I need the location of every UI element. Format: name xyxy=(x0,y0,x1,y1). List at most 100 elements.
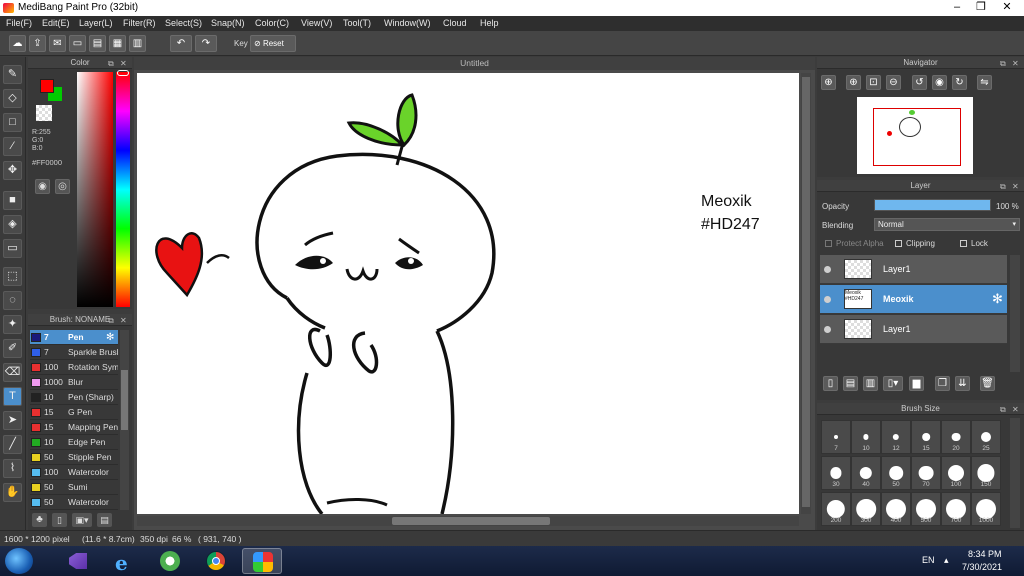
text-tool-icon[interactable]: T xyxy=(3,387,22,406)
layer-row[interactable]: Meoxik #HD247 Meoxik ✻ xyxy=(820,285,1007,314)
add-layer-menu-icon[interactable]: ▯▾ xyxy=(883,376,903,391)
grid-icon[interactable]: ▦ xyxy=(109,35,126,52)
brush-row[interactable]: 10 Pen (Sharp) xyxy=(30,390,118,405)
zoom-out-icon[interactable]: ⊖ xyxy=(886,75,901,90)
magic-wand-tool-icon[interactable]: ✦ xyxy=(3,315,22,334)
visibility-eye-icon[interactable] xyxy=(824,296,831,303)
brush-row[interactable]: 50 Stipple Pen xyxy=(30,450,118,465)
gear-icon[interactable]: ✻ xyxy=(106,330,114,345)
lasso-tool-icon[interactable]: ◌ xyxy=(3,291,22,310)
lock-checkbox[interactable] xyxy=(960,240,967,247)
move-tool-icon[interactable]: ✥ xyxy=(3,161,22,180)
viewport-frame[interactable] xyxy=(873,108,961,166)
chrome-icon[interactable] xyxy=(196,548,236,574)
brush-size-scrollbar[interactable] xyxy=(1010,418,1020,528)
new-halftone-layer-icon[interactable]: ▤ xyxy=(843,376,858,391)
layer-row[interactable]: Layer1 xyxy=(820,315,1007,344)
share-icon[interactable]: ⇪ xyxy=(29,35,46,52)
rotate-right-icon[interactable]: ↻ xyxy=(952,75,967,90)
hue-handle[interactable] xyxy=(117,70,129,76)
internet-explorer-icon[interactable]: e xyxy=(104,548,144,575)
scrollbar-thumb[interactable] xyxy=(121,370,128,430)
opacity-slider[interactable] xyxy=(874,199,991,211)
brush-size-option[interactable]: 70 xyxy=(911,456,941,490)
visual-studio-icon[interactable] xyxy=(58,548,98,574)
zoom-in-icon[interactable]: ⊕ xyxy=(846,75,861,90)
eyedropper-tool-icon[interactable]: ⌇ xyxy=(3,459,22,478)
brush-row[interactable]: 100 Watercolor xyxy=(30,465,118,480)
bucket-tool-icon[interactable]: ◈ xyxy=(3,215,22,234)
brush-settings-icon[interactable]: ▤ xyxy=(97,513,112,527)
table-icon[interactable]: ▥ xyxy=(129,35,146,52)
divide-tool-icon[interactable]: ╱ xyxy=(3,435,22,454)
brush-size-option[interactable]: 50 xyxy=(881,456,911,490)
brush-row[interactable]: 10 Edge Pen xyxy=(30,435,118,450)
hue-slider[interactable] xyxy=(116,72,130,307)
protect-alpha-checkbox[interactable] xyxy=(825,240,832,247)
new-brush-icon[interactable]: ▯ xyxy=(52,513,67,527)
panel-close-icon[interactable]: ✕ xyxy=(120,58,127,70)
document-tab[interactable]: Untitled xyxy=(134,57,815,70)
rectangle-tool-icon[interactable]: □ xyxy=(3,113,22,132)
canvas-horizontal-scrollbar[interactable] xyxy=(137,516,799,526)
popout-icon[interactable]: ⧉ xyxy=(108,58,114,70)
reset-button[interactable]: ⊘ Reset xyxy=(250,35,296,52)
panel-close-icon[interactable]: ✕ xyxy=(1012,404,1019,416)
panel-close-icon[interactable]: ✕ xyxy=(1012,181,1019,193)
menu-snap[interactable]: Snap(N) xyxy=(211,18,245,28)
new-layer-icon[interactable]: ▯ xyxy=(823,376,838,391)
brush-size-option[interactable]: 400 xyxy=(881,492,911,526)
gradient-tool-icon[interactable]: ▭ xyxy=(3,239,22,258)
panel-close-icon[interactable]: ✕ xyxy=(120,315,127,327)
brush-row[interactable]: 100 Rotation Sym xyxy=(30,360,118,375)
comment-icon[interactable]: ▭ xyxy=(69,35,86,52)
chat-icon[interactable]: ✉ xyxy=(49,35,66,52)
close-button[interactable]: ✕ xyxy=(996,0,1018,16)
palette-add-icon[interactable]: ◎ xyxy=(55,179,70,194)
brush-size-option[interactable]: 200 xyxy=(821,492,851,526)
popout-icon[interactable]: ⧉ xyxy=(1000,404,1006,416)
brush-size-option[interactable]: 20 xyxy=(941,420,971,454)
menu-cloud[interactable]: Cloud xyxy=(443,18,467,28)
merge-layer-icon[interactable]: ⇊ xyxy=(955,376,970,391)
brush-size-option[interactable]: 40 xyxy=(851,456,881,490)
brush-size-option[interactable]: 700 xyxy=(941,492,971,526)
redo-icon[interactable]: ↷ xyxy=(195,35,217,52)
brush-size-option[interactable]: 25 xyxy=(971,420,1001,454)
brush-size-option[interactable]: 10 xyxy=(851,420,881,454)
brush-add-icon[interactable]: ♣ xyxy=(32,513,47,527)
clock-date[interactable]: 7/30/2021 xyxy=(962,562,1002,572)
hand-tool-icon[interactable]: ✋ xyxy=(3,483,22,502)
trash-icon[interactable]: 🗑 xyxy=(980,376,995,391)
tray-arrow-icon[interactable]: ▴ xyxy=(944,555,949,566)
undo-icon[interactable]: ↶ xyxy=(170,35,192,52)
navigator-preview[interactable] xyxy=(857,97,973,174)
flip-icon[interactable]: ⇋ xyxy=(977,75,992,90)
duplicate-layer-icon[interactable]: ❐ xyxy=(935,376,950,391)
canvas-vertical-scrollbar[interactable] xyxy=(801,73,811,514)
layer-list-scrollbar[interactable] xyxy=(1010,255,1020,372)
brush-row[interactable]: 7 Pen ✻ xyxy=(30,330,118,345)
canvas-text-line1[interactable]: Meoxik xyxy=(701,193,752,211)
zoom-fit-icon[interactable]: ⊕ xyxy=(821,75,836,90)
maximize-button[interactable]: ❐ xyxy=(970,0,992,16)
brush-list-scrollbar[interactable] xyxy=(120,330,129,510)
start-button[interactable] xyxy=(5,548,33,574)
brush-size-option[interactable]: 150 xyxy=(971,456,1001,490)
brush-size-option[interactable]: 15 xyxy=(911,420,941,454)
foreground-color-swatch[interactable] xyxy=(40,79,54,93)
brush-size-option[interactable]: 300 xyxy=(851,492,881,526)
new-8bit-layer-icon[interactable]: ▥ xyxy=(863,376,878,391)
brush-menu-icon[interactable]: ▣▾ xyxy=(72,513,92,527)
fill-rect-tool-icon[interactable]: ■ xyxy=(3,191,22,210)
brush-size-option[interactable]: 500 xyxy=(911,492,941,526)
menu-help[interactable]: Help xyxy=(480,18,499,28)
menu-view[interactable]: View(V) xyxy=(301,18,332,28)
language-indicator[interactable]: EN xyxy=(922,555,935,565)
drawing-canvas[interactable]: Meoxik #HD247 xyxy=(137,73,799,514)
brush-row[interactable]: 15 G Pen xyxy=(30,405,118,420)
brush-row[interactable]: 7 Sparkle Brush xyxy=(30,345,118,360)
brush-row[interactable]: 15 Mapping Pen xyxy=(30,420,118,435)
brush-size-option[interactable]: 7 xyxy=(821,420,851,454)
brush-size-option[interactable]: 30 xyxy=(821,456,851,490)
